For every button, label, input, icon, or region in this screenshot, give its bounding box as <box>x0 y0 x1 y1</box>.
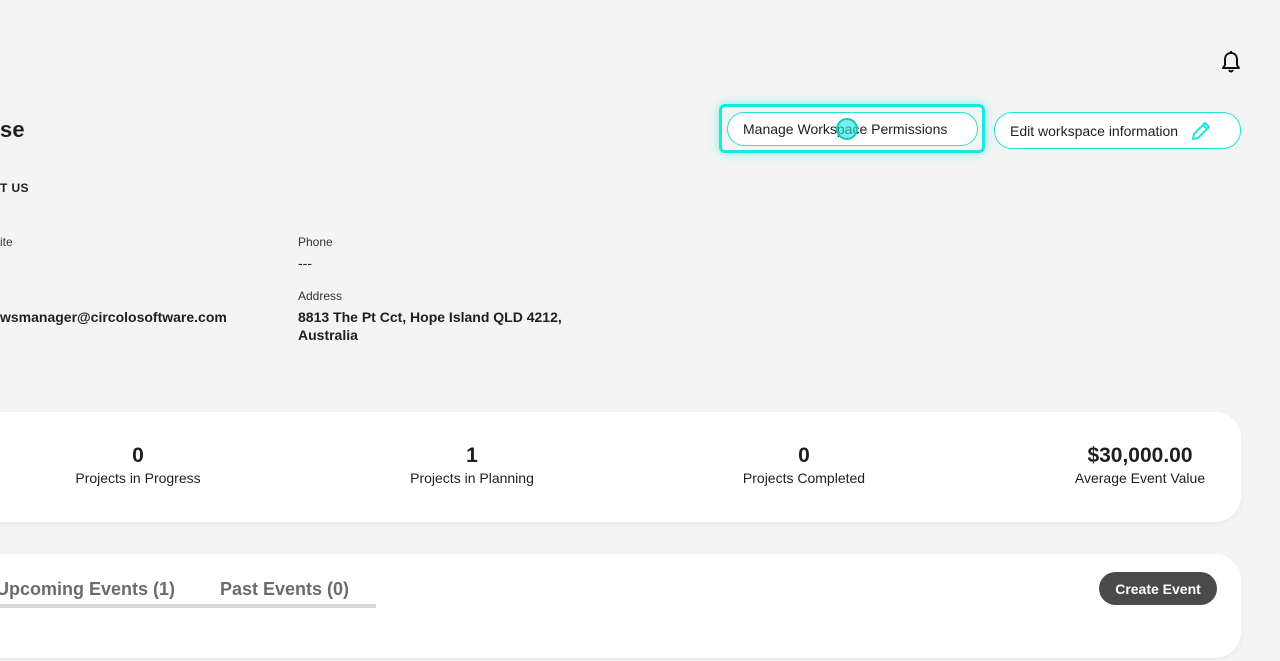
stat-caption: Average Event Value <box>1074 470 1206 486</box>
stat-caption: Projects in Progress <box>75 470 201 486</box>
tab-upcoming-events[interactable]: Upcoming Events (1) <box>0 579 175 600</box>
pencil-icon <box>1190 120 1212 142</box>
edit-workspace-button[interactable]: Edit workspace information <box>994 112 1241 149</box>
address-line-2: Australia <box>298 327 358 343</box>
edit-workspace-label: Edit workspace information <box>1010 122 1179 139</box>
stat-caption: Projects Completed <box>742 470 866 486</box>
stat-value: $30,000.00 <box>1087 444 1193 467</box>
stat-value: 1 <box>466 444 478 467</box>
create-event-button[interactable]: Create Event <box>1099 572 1217 605</box>
stat-average-event-value: $30,000.00 Average Event Value <box>1030 444 1250 486</box>
about-heading: T US <box>0 181 29 195</box>
stat-caption: Projects in Planning <box>410 470 534 486</box>
phone-value: --- <box>298 255 312 271</box>
stat-projects-in-planning: 1 Projects in Planning <box>362 444 582 486</box>
cursor-indicator <box>836 118 858 140</box>
stat-projects-completed: 0 Projects Completed <box>694 444 914 486</box>
stat-projects-in-progress: 0 Projects in Progress <box>28 444 248 486</box>
tab-past-events[interactable]: Past Events (0) <box>220 579 349 600</box>
website-label: ite <box>0 235 13 249</box>
phone-label: Phone <box>298 235 333 249</box>
stat-value: 0 <box>132 444 144 467</box>
stat-value: 0 <box>798 444 810 467</box>
email-value: wsmanager@circolosoftware.com <box>0 309 227 325</box>
tab-underline <box>0 604 376 608</box>
page-title: se <box>0 117 25 142</box>
bell-icon[interactable] <box>1220 50 1242 74</box>
address-line-1: 8813 The Pt Cct, Hope Island QLD 4212, <box>298 309 562 325</box>
address-label: Address <box>298 289 343 303</box>
